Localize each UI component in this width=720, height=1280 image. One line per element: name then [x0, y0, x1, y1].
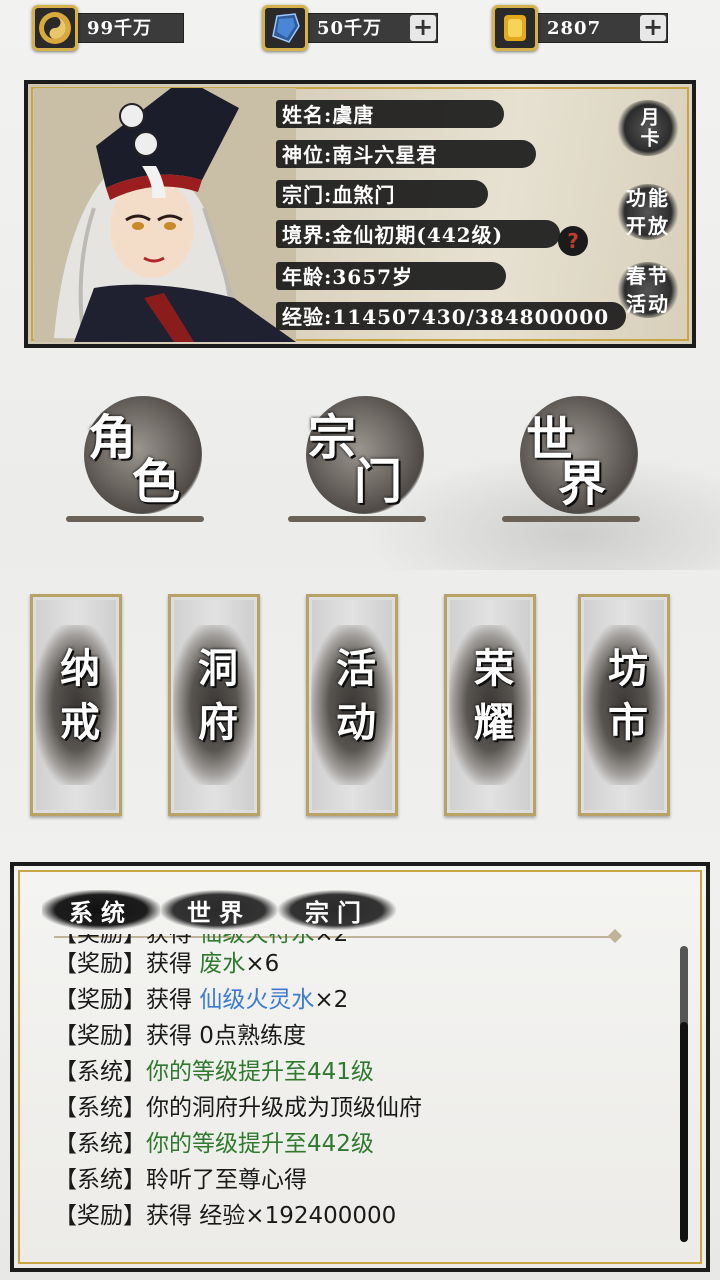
- log-entry-tag: 【奖励】: [54, 1023, 146, 1049]
- events-button[interactable]: 活动: [306, 594, 398, 816]
- tab-sect[interactable]: 宗门: [278, 890, 396, 930]
- character-menu-label-1: 角: [88, 410, 137, 466]
- character-portrait[interactable]: [34, 84, 296, 343]
- realm-help-icon[interactable]: ?: [558, 226, 588, 256]
- log-entry: 【奖励】获得 仙级天符水×2: [54, 934, 674, 946]
- market-label: 坊市: [601, 647, 648, 755]
- log-entry-tag: 【奖励】: [54, 1203, 146, 1229]
- log-entry-suffix: ×2: [314, 934, 348, 946]
- log-entry-highlight: 仙级火灵水: [199, 987, 315, 1013]
- character-age: 年龄:3657岁: [282, 264, 414, 289]
- ring-storage-button[interactable]: 纳戒: [30, 594, 122, 816]
- log-entry-text: 聆听了至尊心得: [146, 1167, 307, 1193]
- character-menu-label-2: 色: [132, 454, 181, 510]
- gold-ingot-icon: [492, 5, 538, 51]
- currency-coin[interactable]: 99千万: [32, 5, 184, 51]
- add-gold-button[interactable]: +: [640, 15, 666, 41]
- log-entry-highlight: 你的等级提升至442级: [146, 1131, 374, 1157]
- log-entry-text: 获得: [146, 951, 200, 977]
- log-message-list[interactable]: 【奖励】获得 仙级天符水×2【奖励】获得 废水×6【奖励】获得 仙级火灵水×2【…: [54, 934, 674, 1250]
- spring-event-label-2: 活动: [626, 292, 670, 316]
- sect-menu-label-1: 宗: [308, 410, 357, 466]
- log-entry: 【系统】你的等级提升至442级: [54, 1126, 674, 1162]
- log-scrollbar[interactable]: [680, 946, 688, 1242]
- log-entry: 【系统】你的等级提升至441级: [54, 1054, 674, 1090]
- character-experience: 经验:114507430/384800000: [282, 304, 610, 329]
- log-entry-highlight: 你的等级提升至441级: [146, 1059, 374, 1085]
- spring-event-label-1: 春节: [626, 264, 670, 288]
- log-entry-text: 获得: [146, 934, 199, 946]
- cave-residence-label: 洞府: [191, 647, 238, 755]
- sect-menu-button[interactable]: 宗 门: [288, 396, 438, 522]
- log-entry: 【奖励】获得 废水×6: [54, 946, 674, 982]
- log-entry-tag: 【系统】: [54, 1167, 146, 1193]
- log-entry: 【奖励】获得 仙级火灵水×2: [54, 982, 674, 1018]
- character-title: 神位:南斗六星君: [282, 142, 438, 167]
- tab-world[interactable]: 世界: [160, 890, 278, 930]
- log-entry-highlight: 仙级天符水: [199, 934, 314, 946]
- log-entry-text: 获得: [146, 987, 200, 1013]
- ring-storage-label: 纳戒: [53, 647, 100, 755]
- honor-button[interactable]: 荣耀: [444, 594, 536, 816]
- log-entry-text: 获得 经验×192400000: [146, 1203, 397, 1229]
- character-profile-card: 姓名:虞唐 神位:南斗六星君 宗门:血煞门 境界:金仙初期(442级) ? 年龄…: [24, 80, 696, 348]
- cave-residence-button[interactable]: 洞府: [168, 594, 260, 816]
- monthly-card-label: 月卡: [637, 107, 660, 149]
- currency-crystal[interactable]: 50千万 +: [262, 5, 438, 51]
- sect-menu-label-2: 门: [354, 454, 403, 510]
- log-entry-tag: 【奖励】: [54, 951, 146, 977]
- character-realm: 境界:金仙初期(442级): [282, 222, 504, 247]
- events-label: 活动: [329, 647, 376, 755]
- character-sect: 宗门:血煞门: [282, 182, 396, 207]
- feature-unlock-label-2: 开放: [626, 214, 670, 238]
- character-menu-button[interactable]: 角 色: [66, 396, 216, 522]
- log-entry-suffix: ×2: [314, 987, 349, 1013]
- honor-label: 荣耀: [467, 647, 514, 755]
- log-entry-highlight: 废水: [199, 951, 246, 977]
- log-entry-text: 获得 0点熟练度: [146, 1023, 306, 1049]
- feature-unlock-button[interactable]: 功能 开放: [612, 178, 684, 246]
- spring-festival-event-button[interactable]: 春节 活动: [612, 256, 684, 324]
- tab-system[interactable]: 系统: [42, 890, 160, 930]
- log-entry-tag: 【系统】: [54, 1095, 146, 1121]
- log-entry: 【系统】你的洞府升级成为顶级仙府: [54, 1090, 674, 1126]
- market-button[interactable]: 坊市: [578, 594, 670, 816]
- log-entry-tag: 【奖励】: [54, 987, 146, 1013]
- feature-unlock-label-1: 功能: [626, 186, 670, 210]
- log-entry: 【奖励】获得 0点熟练度: [54, 1018, 674, 1054]
- log-entry-suffix: ×6: [245, 951, 280, 977]
- coin-amount: 99千万: [72, 13, 184, 43]
- character-name: 姓名:虞唐: [282, 102, 375, 127]
- blue-crystal-icon: [262, 5, 308, 51]
- yin-yang-coin-icon: [32, 5, 78, 51]
- log-entry: 【系统】聆听了至尊心得: [54, 1162, 674, 1198]
- log-entry-tag: 【奖励】: [54, 934, 146, 946]
- log-entry-text: 你的洞府升级成为顶级仙府: [146, 1095, 422, 1121]
- message-log-panel: 系统 世界 宗门 【奖励】获得 仙级天符水×2【奖励】获得 废水×6【奖励】获得…: [10, 862, 710, 1272]
- world-menu-label-2: 界: [558, 456, 607, 512]
- currency-gold[interactable]: 2807 +: [492, 5, 668, 51]
- log-entry-tag: 【系统】: [54, 1059, 146, 1085]
- world-menu-button[interactable]: 世 界: [502, 396, 652, 522]
- monthly-card-button[interactable]: 月卡: [612, 94, 684, 162]
- log-entry-tag: 【系统】: [54, 1131, 146, 1157]
- add-crystal-button[interactable]: +: [410, 15, 436, 41]
- log-entry: 【奖励】获得 经验×192400000: [54, 1198, 674, 1234]
